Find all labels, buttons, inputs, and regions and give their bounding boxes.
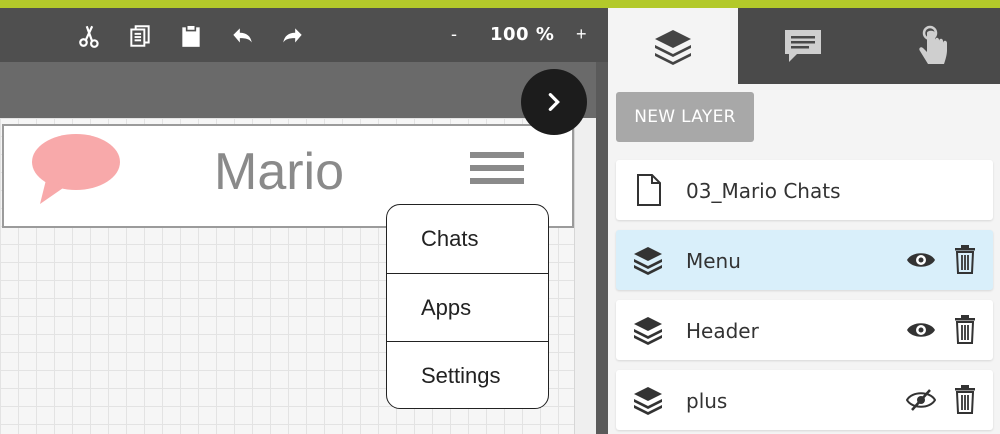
chevron-right-icon xyxy=(548,93,560,111)
right-panel-tabs xyxy=(608,8,1000,84)
scissors-icon[interactable] xyxy=(76,22,104,50)
layers-icon xyxy=(655,30,691,65)
collapse-panel-button[interactable] xyxy=(521,69,587,135)
eye-icon[interactable] xyxy=(906,248,936,272)
layers-icon xyxy=(634,247,662,275)
undo-icon[interactable] xyxy=(228,22,256,50)
layer-name: Header xyxy=(686,319,759,343)
zoom-out-button[interactable]: - xyxy=(451,24,457,45)
new-layer-button[interactable]: NEW LAYER xyxy=(616,92,754,142)
layer-row-header[interactable]: Header xyxy=(616,300,993,360)
speech-bubble-icon xyxy=(32,134,120,204)
page-icon xyxy=(637,174,661,206)
layers-icon xyxy=(634,387,662,415)
mockup-dropdown-menu: Chats Apps Settings xyxy=(386,204,549,409)
touch-icon xyxy=(919,25,947,64)
tab-comments[interactable] xyxy=(738,8,868,84)
toolbar: - 100 % + xyxy=(0,8,608,62)
hamburger-menu-icon[interactable] xyxy=(470,152,524,186)
layer-row-menu[interactable]: Menu xyxy=(616,230,993,290)
canvas-edge xyxy=(574,118,596,434)
redo-icon[interactable] xyxy=(279,22,307,50)
tab-interactions[interactable] xyxy=(868,8,1000,84)
zoom-level: 100 % xyxy=(490,24,555,45)
trash-icon[interactable] xyxy=(953,244,977,274)
menu-item-chats[interactable]: Chats xyxy=(387,205,548,273)
layer-name: 03_Mario Chats xyxy=(686,179,841,203)
vertical-scrollbar[interactable] xyxy=(596,62,608,434)
paste-icon[interactable] xyxy=(177,22,205,50)
mockup-header-title: Mario xyxy=(214,143,345,201)
comment-icon xyxy=(785,30,821,62)
trash-icon[interactable] xyxy=(953,314,977,344)
layer-row-page[interactable]: 03_Mario Chats xyxy=(616,160,993,220)
layers-icon xyxy=(634,317,662,345)
eye-slash-icon[interactable] xyxy=(906,388,936,412)
trash-icon[interactable] xyxy=(953,384,977,414)
zoom-in-button[interactable]: + xyxy=(576,24,587,45)
app-root: - 100 % + Mario Chats Apps Settings NEW … xyxy=(0,0,1000,434)
tab-layers[interactable] xyxy=(608,8,738,84)
menu-item-settings[interactable]: Settings xyxy=(387,341,548,408)
layer-name: plus xyxy=(686,389,728,413)
layer-name: Menu xyxy=(686,249,741,273)
canvas-subbar xyxy=(0,62,596,118)
copy-icon[interactable] xyxy=(126,22,154,50)
accent-bar xyxy=(0,0,1000,8)
eye-icon[interactable] xyxy=(906,318,936,342)
layer-row-plus[interactable]: plus xyxy=(616,370,993,430)
menu-item-apps[interactable]: Apps xyxy=(387,273,548,341)
